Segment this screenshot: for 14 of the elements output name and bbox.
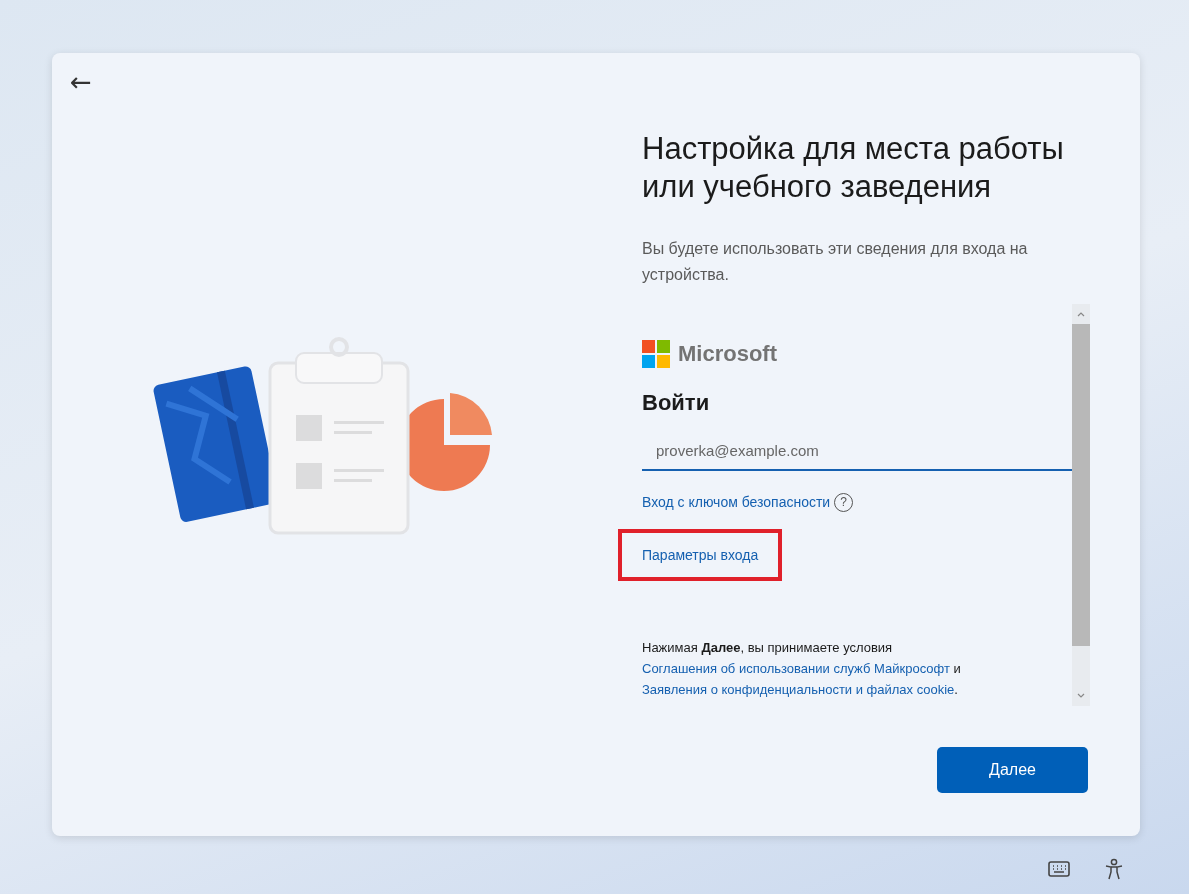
subtitle-text: Вы будете использовать эти сведения для входа на устройства. [642, 239, 1029, 285]
legal-text: Нажимая Далее, вы принимаете условия Соглашения об использовании служб Майкрософт и Заявления о конфиденциальности и файлах cookie. [642, 639, 962, 699]
scrollbar[interactable] [1072, 304, 1090, 706]
keyboard-icon[interactable] [1048, 861, 1070, 877]
page-heading: Настройка для места работы или учебного заведения [642, 130, 1065, 206]
brand-name: Microsoft [678, 341, 777, 367]
signin-title: Войти [642, 390, 711, 416]
accessibility-icon[interactable] [1104, 858, 1124, 880]
legal-link[interactable]: Соглашения об использовании служб Майкрософт [642, 661, 950, 676]
back-button[interactable]: ← [64, 65, 98, 99]
email-field[interactable]: proverka@example.com [642, 436, 1072, 471]
logo-icon [642, 340, 670, 368]
signin-link[interactable]: Вход с ключом безопасности [642, 489, 831, 515]
next-button[interactable]: Далее [937, 747, 1088, 793]
